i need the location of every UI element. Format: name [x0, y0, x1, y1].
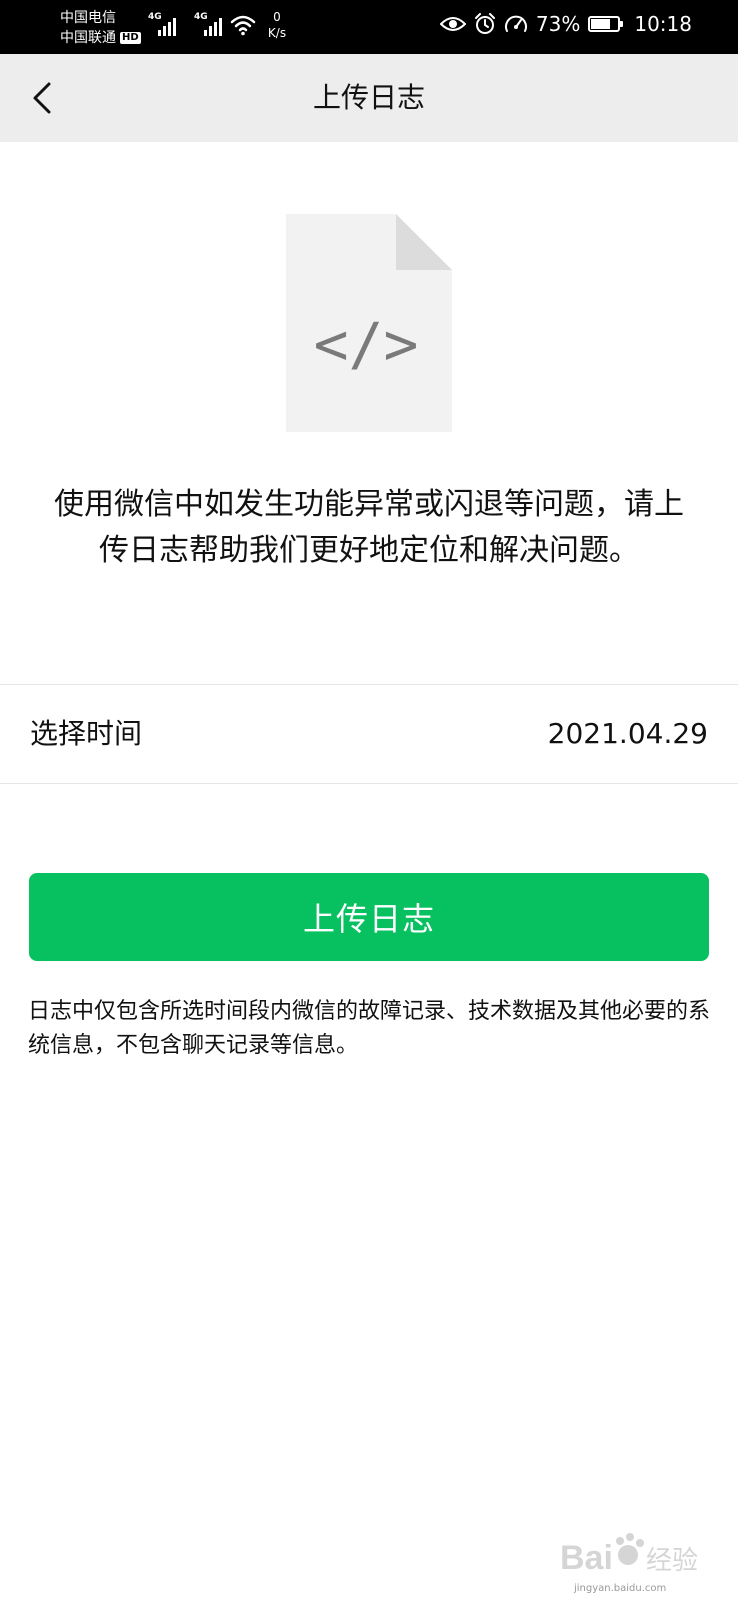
- divider-bottom: [0, 783, 738, 784]
- code-file-icon: </>: [286, 214, 452, 432]
- battery-level-fill: [591, 19, 611, 29]
- baidu-jingyan-watermark-logo: Bai 经验: [560, 1533, 698, 1577]
- wifi-icon: [230, 15, 256, 36]
- select-time-row[interactable]: 选择时间 2021.04.29: [0, 685, 738, 783]
- signal-indicators: 4G 4G: [148, 12, 228, 36]
- speedometer-icon: [504, 15, 527, 32]
- battery-percent: 73%: [535, 12, 581, 36]
- clock: 10:18: [634, 12, 692, 36]
- code-glyph: </>: [314, 310, 419, 378]
- selected-date-value: 2021.04.29: [547, 717, 708, 750]
- description-text: 使用微信中如发生功能异常或闪退等问题，请上传日志帮助我们更好地定位和解决问题。: [54, 487, 684, 568]
- network-speed: 0 K/s: [262, 9, 292, 41]
- upload-log-button[interactable]: 上传日志: [29, 873, 709, 961]
- eye-icon: [439, 17, 466, 31]
- svg-text:Bai: Bai: [560, 1539, 613, 1577]
- status-bar: 中国电信 中国联通 HD 4G 4G 0 K/s 73% 10:18: [0, 0, 738, 54]
- signal-2-icon: 4G: [194, 12, 228, 36]
- status-right-group: 73% 10:18: [439, 12, 692, 36]
- carrier-info: 中国电信 中国联通 HD: [60, 8, 141, 48]
- carrier-1-label: 中国电信: [60, 10, 116, 26]
- chevron-left-icon: [33, 82, 51, 114]
- battery-icon: [588, 16, 624, 32]
- watermark-caption: jingyan.baidu.com: [574, 1583, 667, 1594]
- privacy-note: 日志中仅包含所选时间段内微信的故障记录、技术数据及其他必要的系统信息，不包含聊天…: [28, 999, 711, 1058]
- network-speed-unit: K/s: [267, 26, 287, 40]
- network-speed-value: 0: [273, 10, 281, 24]
- svg-text:经验: 经验: [646, 1546, 698, 1576]
- page-title: 上传日志: [312, 81, 425, 114]
- carrier-2-label: 中国联通: [60, 30, 116, 46]
- hd-badge: HD: [120, 32, 141, 44]
- back-button[interactable]: [20, 76, 64, 120]
- select-time-label: 选择时间: [30, 717, 143, 750]
- alarm-icon: [474, 13, 495, 34]
- signal-1-icon: 4G: [148, 12, 182, 36]
- nav-bar: 上传日志: [0, 54, 738, 142]
